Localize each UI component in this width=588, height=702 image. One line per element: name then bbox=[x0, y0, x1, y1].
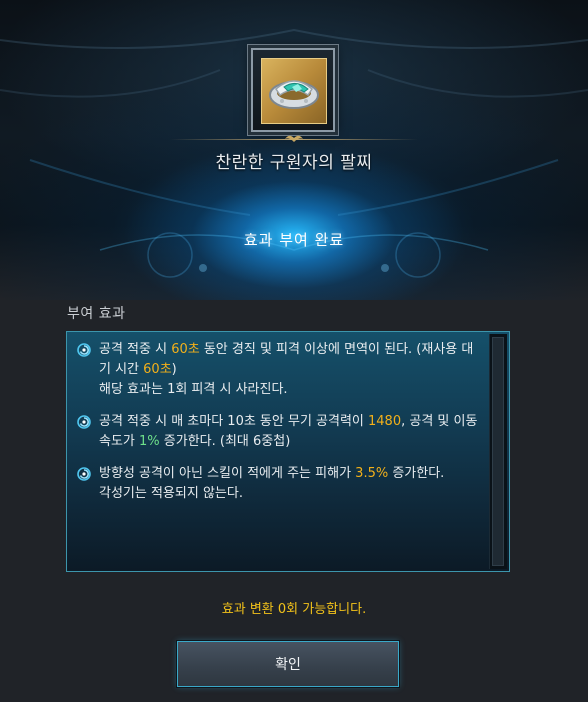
convert-count-note: 효과 변환 0회 가능합니다. bbox=[221, 602, 367, 617]
effect-text: 방향성 공격이 아닌 스킬이 적에게 주는 피해가 bbox=[99, 466, 356, 481]
swirl-icon bbox=[77, 343, 91, 357]
effect-highlight-value: 1% bbox=[139, 434, 160, 449]
swirl-icon bbox=[77, 415, 91, 429]
swirl-icon bbox=[77, 467, 91, 481]
effects-list: 공격 적중 시 60초 동안 경직 및 피격 이상에 면역이 된다. (재사용 … bbox=[67, 340, 485, 516]
effect-highlight-value: 3.5% bbox=[355, 466, 389, 481]
effect-highlight-value: 60초 bbox=[143, 362, 172, 377]
item-icon-background bbox=[261, 58, 327, 124]
effects-section-label: 부여 효과 bbox=[67, 306, 126, 322]
effect-item: 방향성 공격이 아닌 스킬이 적에게 주는 피해가 3.5% 증가한다. 각성기는… bbox=[67, 464, 485, 504]
effect-result-dialog: 찬란한 구원자의 팔찌 효과 부여 완료 부여 효과 공격 적중 시 60초 동… bbox=[0, 0, 588, 702]
effect-text: 공격 적중 시 bbox=[99, 342, 172, 357]
effect-text: 해당 효과는 1회 피격 시 사라진다. bbox=[99, 382, 288, 397]
effect-text: 증가한다. bbox=[388, 466, 445, 481]
effect-item: 공격 적중 시 60초 동안 경직 및 피격 이상에 면역이 된다. (재사용 … bbox=[67, 340, 485, 400]
bracelet-icon bbox=[269, 80, 319, 109]
item-slot bbox=[251, 48, 335, 132]
effect-text: ) bbox=[171, 362, 177, 377]
effects-scrollbar[interactable] bbox=[489, 334, 507, 569]
scrollbar-thumb[interactable] bbox=[492, 337, 504, 566]
effects-panel: 공격 적중 시 60초 동안 경직 및 피격 이상에 면역이 된다. (재사용 … bbox=[66, 331, 510, 572]
apply-status-text: 효과 부여 완료 bbox=[243, 231, 345, 249]
divider-ornament-icon bbox=[285, 135, 303, 142]
effect-highlight-value: 1480 bbox=[368, 414, 402, 429]
effect-text: 증가한다. (최대 6중첩) bbox=[159, 434, 291, 449]
effect-highlight-value: 60초 bbox=[171, 342, 200, 357]
effect-text: 공격 적중 시 매 초마다 10초 동안 무기 공격력이 bbox=[99, 414, 369, 429]
item-name: 찬란한 구원자의 팔찌 bbox=[215, 153, 373, 173]
effect-item: 공격 적중 시 매 초마다 10초 동안 무기 공격력이 1480, 공격 및 … bbox=[67, 412, 485, 452]
confirm-button[interactable]: 확인 bbox=[177, 641, 399, 687]
effect-text: 각성기는 적용되지 않는다. bbox=[99, 486, 243, 501]
